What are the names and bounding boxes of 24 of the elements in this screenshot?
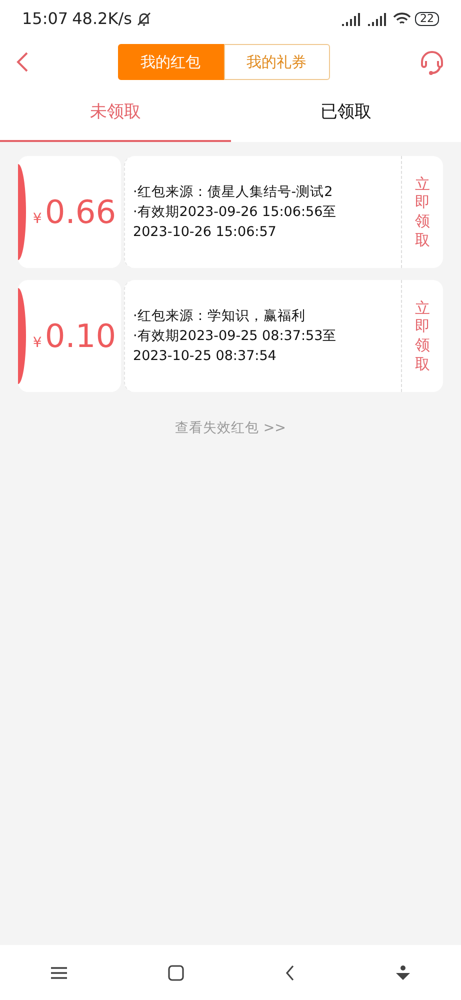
menu-icon[interactable] bbox=[50, 966, 68, 980]
headset-icon[interactable] bbox=[419, 48, 445, 76]
signal-icon bbox=[367, 12, 389, 26]
download-icon[interactable] bbox=[394, 964, 411, 980]
signal-icon bbox=[341, 12, 363, 26]
wifi-icon bbox=[393, 12, 411, 26]
network-speed: 48.2K/s bbox=[72, 8, 132, 30]
home-icon[interactable] bbox=[168, 964, 184, 980]
status-time: 15:07 bbox=[22, 8, 68, 30]
currency-symbol: ¥ bbox=[32, 334, 42, 353]
source-text: ·红包来源：学知识，赢福利 bbox=[133, 307, 306, 326]
back-icon[interactable] bbox=[284, 964, 295, 980]
claim-link[interactable]: 立即领取 bbox=[415, 174, 430, 250]
expired-link[interactable]: 查看失效红包 >> bbox=[175, 418, 286, 438]
bell-muted-icon bbox=[136, 11, 152, 27]
segment-tab[interactable]: 我的礼券 bbox=[224, 44, 330, 80]
amount: 0.10 bbox=[44, 316, 116, 357]
validity-text: ·有效期2023-09-25 08:37:53至 2023-10-25 08:37:54 bbox=[133, 327, 338, 366]
amount: 0.66 bbox=[44, 192, 116, 233]
claim-link[interactable]: 立即领取 bbox=[415, 298, 430, 374]
currency-symbol: ¥ bbox=[32, 210, 42, 229]
segment-tab[interactable]: 我的红包 bbox=[118, 44, 224, 80]
validity-text: ·有效期2023-09-26 15:06:56至 2023-10-26 15:06:57 bbox=[133, 203, 338, 242]
source-text: ·红包来源：债星人集结号-测试2 bbox=[133, 183, 334, 202]
